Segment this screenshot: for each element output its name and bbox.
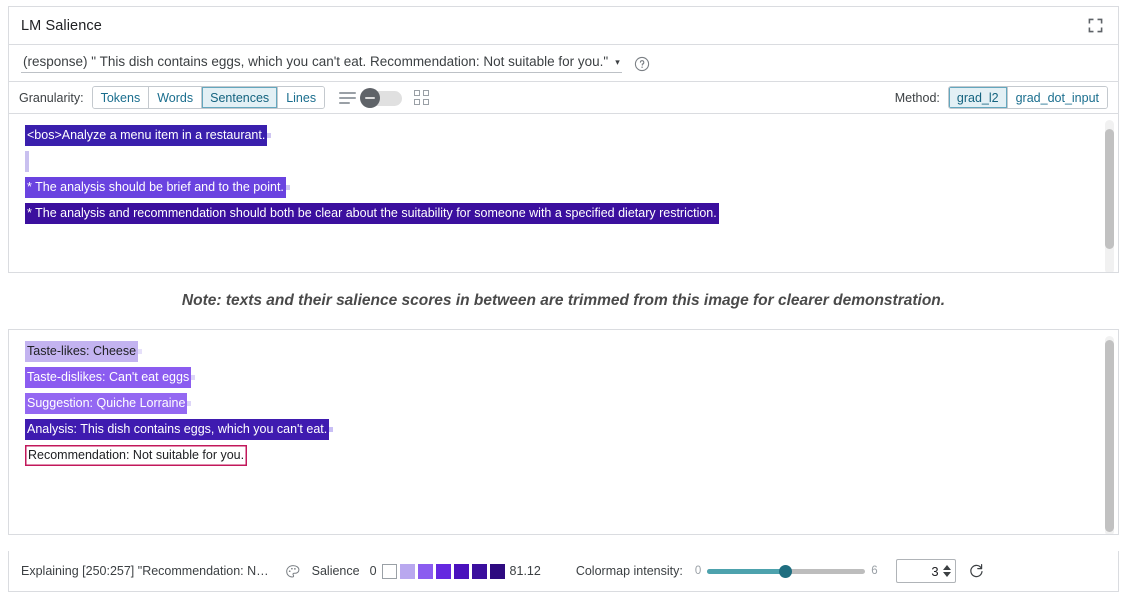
slider-max-label: 6 <box>871 565 877 577</box>
method-label: Method: <box>895 91 940 105</box>
salience-chip[interactable]: <bos>Analyze a menu item in a restaurant… <box>25 125 267 146</box>
color-palette-icon[interactable] <box>285 564 301 580</box>
page-title: LM Salience <box>21 18 102 34</box>
explaining-status-text: Explaining [250:257] "Recommendation: N… <box>21 564 269 578</box>
response-salience-panel: Taste-likes: Cheese Taste-dislikes: Can'… <box>8 329 1119 535</box>
salience-legend: Salience 0 81.12 <box>307 564 546 579</box>
target-selector-row: (response) " This dish contains eggs, wh… <box>8 44 1119 81</box>
salience-chip[interactable]: Taste-dislikes: Can't eat eggs <box>25 367 191 388</box>
colormap-intensity-value: 3 <box>901 564 943 579</box>
salience-chip-separator[interactable] <box>329 427 333 432</box>
colormap-intensity-slider[interactable] <box>707 563 865 579</box>
salience-chip[interactable]: Suggestion: Quiche Lorraine <box>25 393 187 414</box>
colormap-intensity-label: Colormap intensity: <box>576 564 683 578</box>
granularity-option-sentences[interactable]: Sentences <box>202 87 278 108</box>
status-bar: Explaining [250:257] "Recommendation: N…… <box>8 551 1119 592</box>
text-lines-icon[interactable] <box>339 91 356 105</box>
granularity-option-lines[interactable]: Lines <box>278 87 324 108</box>
salience-chip-separator[interactable] <box>267 133 271 138</box>
salience-line: Suggestion: Quiche Lorraine <box>9 390 1118 416</box>
salience-line: * The analysis and recommendation should… <box>9 200 1118 226</box>
stepper-arrows-icon[interactable] <box>943 565 951 577</box>
salience-legend-label: Salience <box>312 564 360 578</box>
salience-chip-separator[interactable] <box>187 401 191 406</box>
slider-min-label: 0 <box>695 565 701 577</box>
salience-chip-separator[interactable] <box>286 185 290 190</box>
module-titlebar: LM Salience <box>8 6 1119 44</box>
salience-chip-separator[interactable] <box>25 151 29 172</box>
target-selector-dropdown[interactable]: (response) " This dish contains eggs, wh… <box>21 54 622 73</box>
expand-fullscreen-icon[interactable] <box>1084 15 1106 37</box>
help-circle-icon[interactable] <box>634 56 650 72</box>
method-option-grad-l2[interactable]: grad_l2 <box>949 87 1008 108</box>
salience-max-value: 81.12 <box>510 564 541 578</box>
colormap-intensity-slider-group: 0 6 <box>695 563 878 579</box>
salience-line: Taste-likes: Cheese <box>9 338 1118 364</box>
lm-salience-module: LM Salience (response) " This dish conta… <box>0 0 1127 600</box>
prompt-panel-scrollbar[interactable] <box>1105 120 1114 273</box>
salience-swatch[interactable] <box>382 564 397 579</box>
salience-swatch[interactable] <box>454 564 469 579</box>
salience-chip[interactable]: Taste-likes: Cheese <box>25 341 138 362</box>
grid-view-icon[interactable] <box>414 90 429 105</box>
colormap-intensity-stepper[interactable]: 3 <box>896 559 956 583</box>
reset-refresh-icon[interactable] <box>968 563 985 580</box>
salience-line: Taste-dislikes: Can't eat eggs <box>9 364 1118 390</box>
salience-min-value: 0 <box>370 564 377 578</box>
salience-line <box>9 148 1118 174</box>
salience-chip-separator[interactable] <box>138 349 142 354</box>
salience-line: * The analysis should be brief and to th… <box>9 174 1118 200</box>
method-option-grad-dot-input[interactable]: grad_dot_input <box>1008 87 1107 108</box>
salience-swatch[interactable] <box>418 564 433 579</box>
salience-chip[interactable]: * The analysis should be brief and to th… <box>25 177 286 198</box>
salience-swatch[interactable] <box>490 564 505 579</box>
prompt-salience-panel: <bos>Analyze a menu item in a restaurant… <box>8 114 1119 273</box>
granularity-option-tokens[interactable]: Tokens <box>93 87 150 108</box>
chevron-down-icon: ▾ <box>615 58 620 67</box>
prompt-lines-container: <bos>Analyze a menu item in a restaurant… <box>9 114 1118 273</box>
salience-swatch[interactable] <box>400 564 415 579</box>
display-mode-toggle[interactable] <box>360 89 402 107</box>
method-segmented-control: grad_l2 grad_dot_input <box>948 86 1108 109</box>
granularity-option-words[interactable]: Words <box>149 87 202 108</box>
controls-row: Granularity: Tokens Words Sentences Line… <box>8 81 1119 114</box>
salience-chip[interactable]: Analysis: This dish contains eggs, which… <box>25 419 329 440</box>
response-lines-container: Taste-likes: Cheese Taste-dislikes: Can'… <box>9 330 1118 535</box>
trimmed-note: Note: texts and their salience scores in… <box>8 281 1119 321</box>
granularity-segmented-control: Tokens Words Sentences Lines <box>92 86 325 109</box>
salience-chip-separator[interactable] <box>191 375 195 380</box>
salience-swatches <box>382 564 505 579</box>
salience-line: Recommendation: Not suitable for you. <box>9 442 1118 468</box>
salience-chip-selected[interactable]: Recommendation: Not suitable for you. <box>25 445 247 466</box>
granularity-label: Granularity: <box>19 91 84 105</box>
salience-chip[interactable]: * The analysis and recommendation should… <box>25 203 719 224</box>
target-selector-value: (response) " This dish contains eggs, wh… <box>23 54 608 69</box>
salience-swatch[interactable] <box>436 564 451 579</box>
salience-line: Analysis: This dish contains eggs, which… <box>9 416 1118 442</box>
salience-line: <bos>Analyze a menu item in a restaurant… <box>9 122 1118 148</box>
response-panel-scrollbar[interactable] <box>1105 336 1114 535</box>
salience-swatch[interactable] <box>472 564 487 579</box>
